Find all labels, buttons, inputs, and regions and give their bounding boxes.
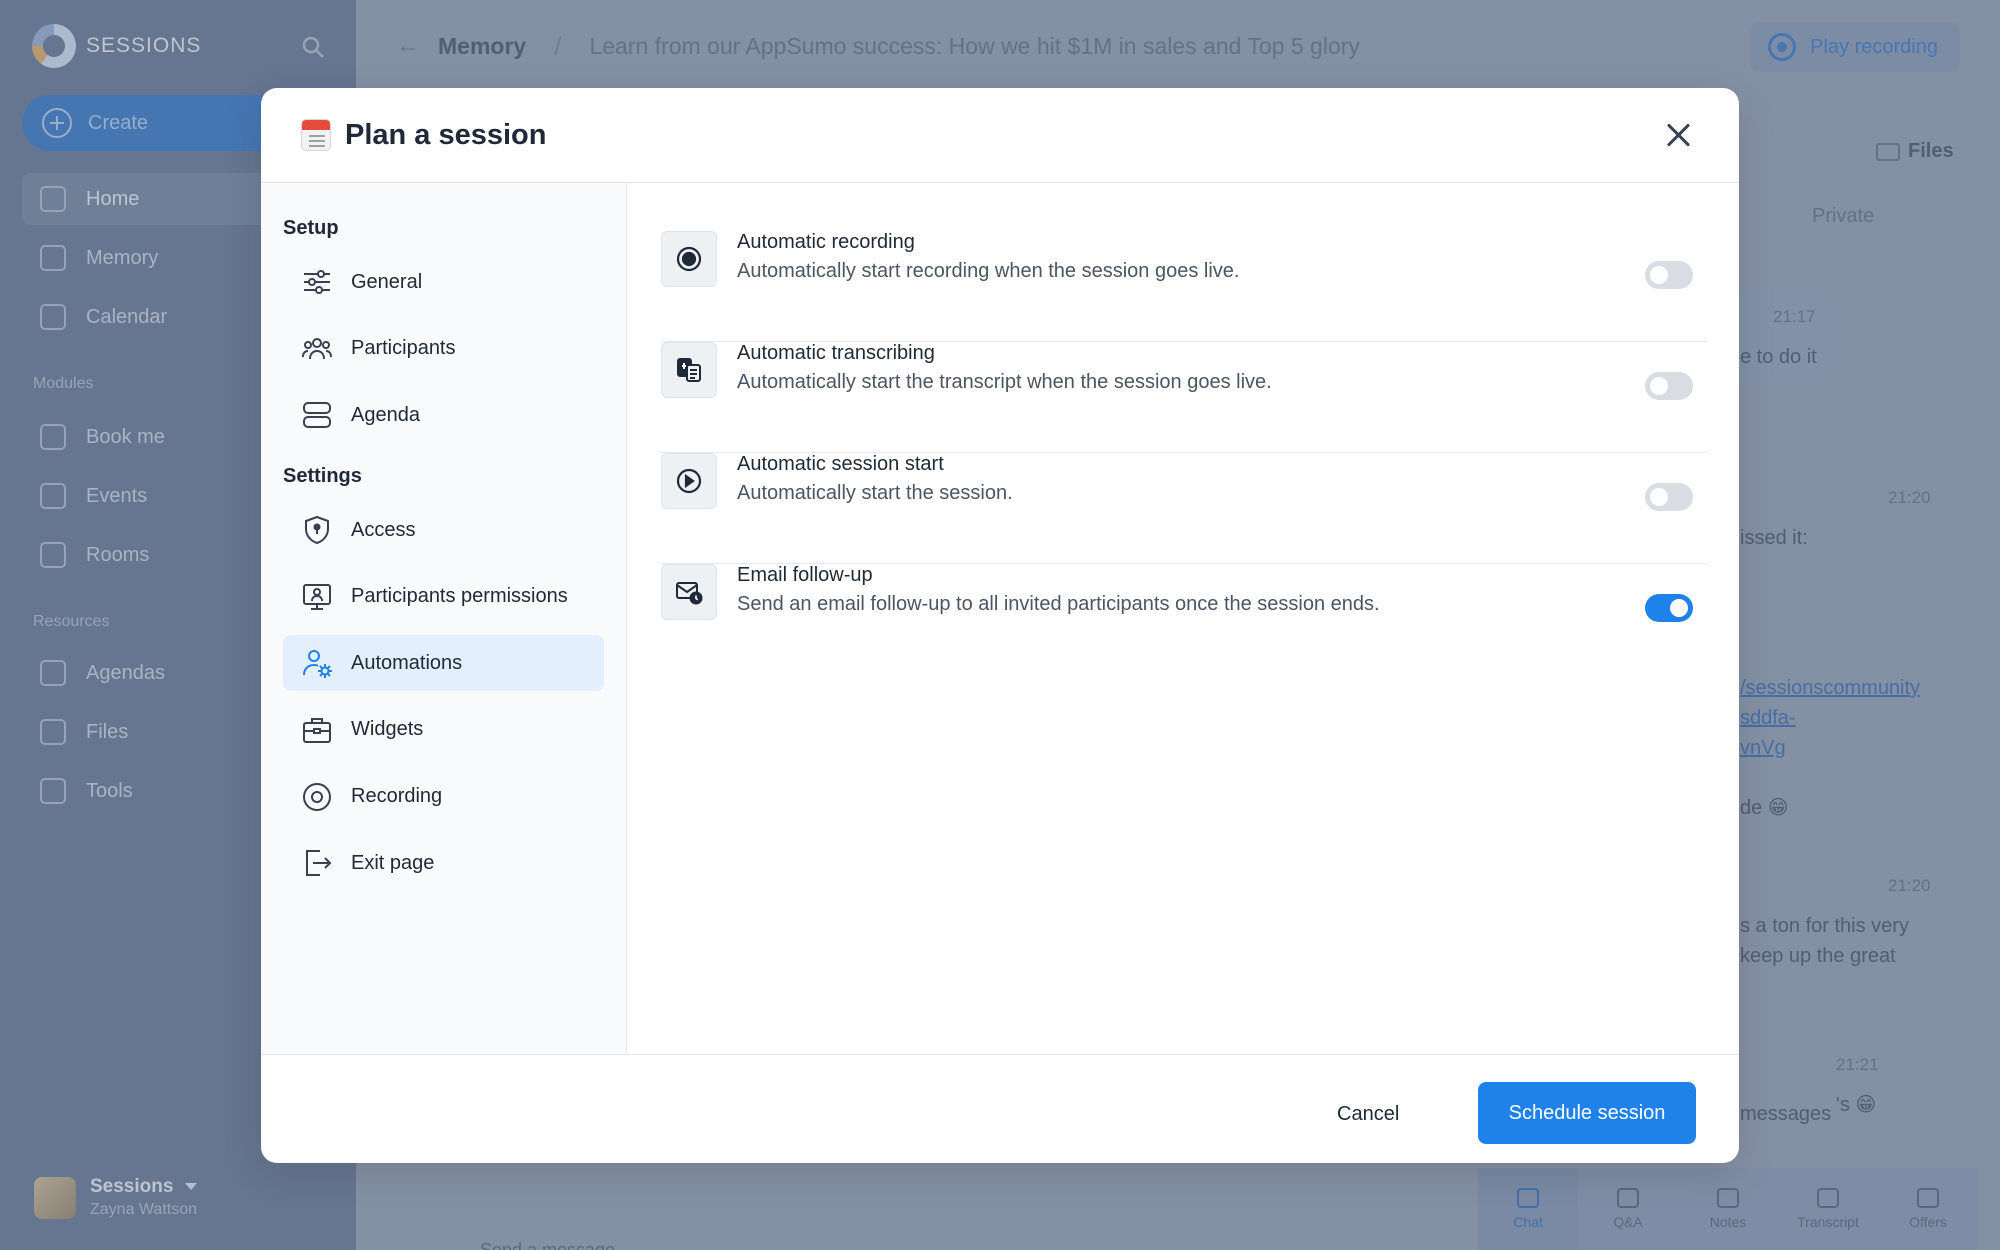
nav-group-setup: Setup (283, 217, 339, 239)
nav-item-label: Automations (351, 651, 463, 674)
agenda-icon (301, 399, 333, 431)
automation-title: Email follow-up (737, 564, 873, 586)
automatic-session-start-toggle[interactable] (1645, 483, 1693, 511)
dialog-body: Setup General Participants Agenda Settin… (261, 183, 1739, 1054)
automation-row-email-follow-up: Email follow-up Send an email follow-up … (661, 564, 1707, 675)
nav-group-settings: Settings (283, 465, 362, 488)
cancel-button[interactable]: Cancel (1311, 1083, 1425, 1145)
calendar-icon (301, 119, 331, 151)
automation-title: Automatic session start (737, 453, 944, 475)
automation-description: Automatically start the transcript when … (737, 371, 1272, 393)
nav-item-widgets[interactable]: Widgets (283, 702, 604, 758)
briefcase-icon (301, 714, 333, 746)
plan-session-dialog: Plan a session Setup General Participant… (261, 88, 1739, 1163)
automations-panel: Automatic recording Automatically start … (627, 183, 1739, 1054)
dialog-header: Plan a session (261, 88, 1739, 183)
nav-item-label: Access (351, 518, 416, 541)
user-gear-icon (301, 647, 333, 679)
nav-item-recording[interactable]: Recording (283, 769, 604, 825)
nav-item-label: Agenda (351, 403, 420, 426)
exit-icon (301, 847, 333, 879)
transcript-icon (661, 342, 717, 398)
automatic-transcribing-toggle[interactable] (1645, 372, 1693, 400)
nav-item-label: Recording (351, 785, 443, 808)
nav-item-participants-permissions[interactable]: Participants permissions (283, 569, 604, 625)
nav-item-label: Participants (351, 337, 456, 360)
settings-nav: Setup General Participants Agenda Settin… (261, 183, 627, 1054)
email-follow-up-toggle[interactable] (1645, 594, 1693, 622)
automation-description: Automatically start the session. (737, 482, 1013, 504)
automation-title: Automatic transcribing (737, 342, 935, 364)
close-icon[interactable] (1661, 118, 1695, 152)
schedule-session-button[interactable]: Schedule session (1478, 1082, 1696, 1144)
nav-item-label: Participants permissions (351, 585, 568, 608)
nav-item-label: General (351, 270, 423, 293)
sliders-icon (301, 266, 333, 298)
automation-description: Automatically start recording when the s… (737, 260, 1240, 282)
nav-item-label: Widgets (351, 718, 424, 741)
nav-item-participants[interactable]: Participants (283, 321, 604, 377)
automation-row-recording: Automatic recording Automatically start … (661, 231, 1707, 342)
nav-item-agenda[interactable]: Agenda (283, 387, 604, 443)
monitor-user-icon (301, 581, 333, 613)
email-clock-icon (661, 564, 717, 620)
dialog-title: Plan a session (345, 118, 547, 151)
nav-item-exit-page[interactable]: Exit page (283, 835, 604, 891)
automation-description: Send an email follow-up to all invited p… (737, 593, 1380, 615)
nav-item-automations[interactable]: Automations (283, 635, 604, 692)
record-icon (301, 781, 333, 813)
dialog-footer: Cancel Schedule session (261, 1054, 1739, 1163)
automatic-recording-toggle[interactable] (1645, 261, 1693, 289)
people-icon (301, 333, 333, 365)
record-icon (661, 231, 717, 287)
nav-item-general[interactable]: General (283, 254, 604, 310)
automation-row-transcribing: Automatic transcribing Automatically sta… (661, 342, 1707, 453)
nav-item-access[interactable]: Access (283, 502, 604, 558)
nav-item-label: Exit page (351, 851, 435, 874)
automation-title: Automatic recording (737, 231, 915, 253)
shield-icon (301, 514, 333, 546)
automation-row-session-start: Automatic session start Automatically st… (661, 453, 1707, 564)
play-circle-icon (661, 453, 717, 509)
